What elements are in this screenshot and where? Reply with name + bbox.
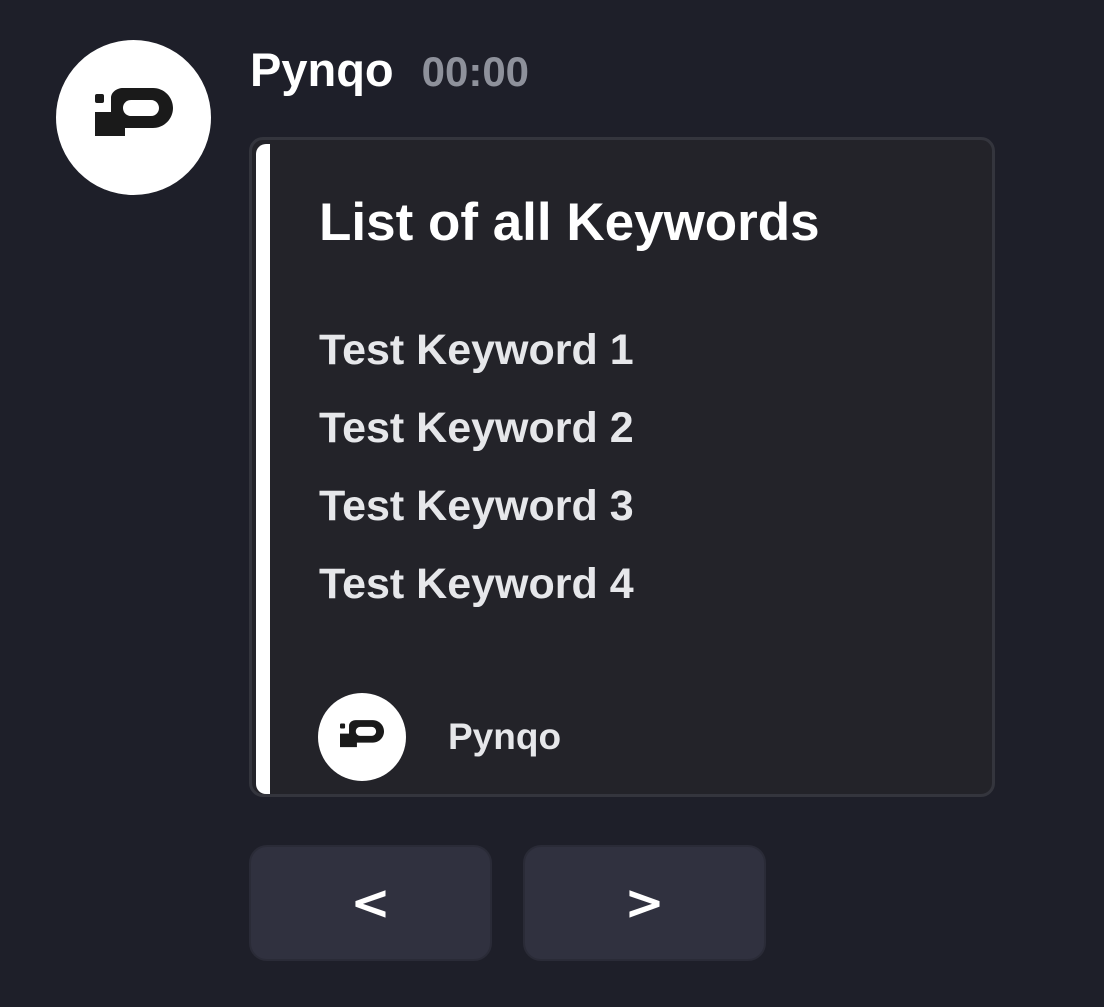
keyword-item: Test Keyword 3 — [319, 482, 634, 530]
footer-avatar — [318, 693, 406, 781]
message-timestamp: 00:00 — [421, 48, 530, 95]
embed-card: List of all Keywords Test Keyword 1 Test… — [249, 137, 995, 797]
keyword-item: Test Keyword 1 — [319, 326, 634, 374]
keyword-item: Test Keyword 4 — [319, 560, 634, 608]
message-header: Pynqo 00:00 — [250, 42, 529, 102]
pynqo-logo-icon — [94, 87, 173, 136]
embed-accent-bar — [256, 144, 270, 794]
next-page-button[interactable]: > — [523, 845, 766, 961]
embed-footer-text: Pynqo — [448, 716, 562, 757]
author-avatar[interactable] — [56, 40, 211, 195]
previous-page-button[interactable]: < — [249, 845, 492, 961]
embed-title: List of all Keywords — [319, 193, 820, 252]
embed-footer: Pynqo — [318, 693, 561, 781]
keyword-list: Test Keyword 1 Test Keyword 2 Test Keywo… — [319, 325, 634, 637]
keyword-item: Test Keyword 2 — [319, 404, 634, 452]
pynqo-logo-icon — [340, 720, 384, 748]
author-name[interactable]: Pynqo — [250, 42, 394, 97]
